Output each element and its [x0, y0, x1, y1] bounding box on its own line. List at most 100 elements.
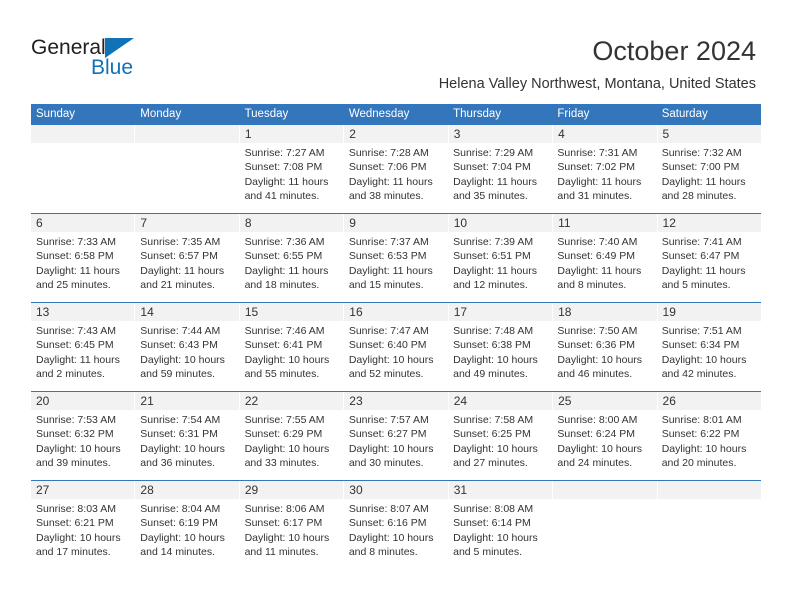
day-cell[interactable]: Sunrise: 7:47 AM Sunset: 6:40 PM Daylight:… — [344, 321, 448, 391]
day-number[interactable]: 11 — [552, 214, 656, 232]
day-number[interactable]: 3 — [447, 125, 552, 143]
day-number[interactable]: 21 — [134, 392, 238, 410]
day-of-week-header-friday: Friday — [557, 108, 590, 120]
daylight-line-1: Daylight: 10 hours — [36, 531, 121, 544]
day-cell[interactable]: Sunrise: 7:27 AM Sunset: 7:08 PM Daylight:… — [240, 143, 344, 213]
daylight-line-2: and 27 minutes. — [453, 457, 528, 470]
day-cell[interactable]: Sunrise: 7:33 AM Sunset: 6:58 PM Daylight:… — [31, 232, 135, 302]
day-number[interactable]: 16 — [343, 303, 447, 321]
week-date-number-band: 6 7 8 9 10 11 12 — [31, 214, 761, 232]
day-cell[interactable]: Sunrise: 7:55 AM Sunset: 6:29 PM Daylight:… — [240, 410, 344, 480]
daylight-line-2: and 33 minutes. — [244, 457, 320, 470]
sunrise-line: Sunrise: 7:43 AM — [36, 325, 116, 337]
day-cell[interactable]: Sunrise: 7:35 AM Sunset: 6:57 PM Daylight:… — [135, 232, 239, 302]
day-number[interactable]: 4 — [552, 125, 656, 143]
calendar-weeks: 1 2 3 4 5 Sunrise: 7:27 AM Sunset: 7:08 PM Dayl… — [31, 125, 761, 569]
day-number[interactable]: 25 — [552, 392, 656, 410]
sunset-line: Sunset: 6:17 PM — [244, 517, 323, 530]
day-number[interactable]: 1 — [238, 125, 343, 143]
day-cell[interactable]: Sunrise: 8:06 AM Sunset: 6:17 PM Daylight:… — [240, 499, 344, 569]
day-cell[interactable]: Sunrise: 8:04 AM Sunset: 6:19 PM Daylight:… — [135, 499, 239, 569]
sunrise-line: Sunrise: 7:36 AM — [244, 236, 325, 248]
sunset-line: Sunset: 7:08 PM — [244, 161, 323, 174]
day-cell[interactable]: Sunrise: 7:54 AM Sunset: 6:31 PM Daylight:… — [135, 410, 239, 480]
week-detail-band: Sunrise: 8:03 AM Sunset: 6:21 PM Daylight:… — [31, 499, 761, 569]
day-number[interactable]: 17 — [447, 303, 552, 321]
day-number[interactable]: 22 — [238, 392, 343, 410]
day-cell[interactable]: Sunrise: 7:48 AM Sunset: 6:38 PM Daylight:… — [448, 321, 552, 391]
week-detail-band: Sunrise: 7:27 AM Sunset: 7:08 PM Daylight:… — [31, 143, 761, 213]
day-cell[interactable]: Sunrise: 8:07 AM Sunset: 6:16 PM Daylight:… — [344, 499, 448, 569]
day-number[interactable]: 15 — [238, 303, 343, 321]
day-number[interactable]: 9 — [343, 214, 447, 232]
day-cell[interactable]: Sunrise: 7:32 AM Sunset: 7:00 PM Daylight:… — [657, 143, 761, 213]
sunrise-line: Sunrise: 7:29 AM — [453, 147, 534, 159]
day-cell[interactable]: Sunrise: 7:40 AM Sunset: 6:49 PM Daylight:… — [552, 232, 656, 302]
sunrise-line: Sunrise: 7:46 AM — [244, 325, 325, 337]
sunrise-line: Sunrise: 7:55 AM — [244, 414, 325, 426]
daylight-line-2: and 59 minutes. — [140, 368, 215, 381]
day-number[interactable]: 31 — [447, 481, 552, 499]
page-header: General Blue October 2024 Helena Valley … — [0, 0, 792, 100]
day-cell[interactable]: Sunrise: 7:37 AM Sunset: 6:53 PM Daylight:… — [344, 232, 448, 302]
daylight-line-2: and 42 minutes. — [661, 368, 737, 381]
day-number[interactable]: 8 — [238, 214, 343, 232]
day-cell[interactable]: Sunrise: 8:01 AM Sunset: 6:22 PM Daylight:… — [657, 410, 761, 480]
day-number[interactable]: 24 — [447, 392, 552, 410]
day-cell[interactable]: Sunrise: 8:03 AM Sunset: 6:21 PM Daylight:… — [31, 499, 135, 569]
sunset-line: Sunset: 6:55 PM — [244, 250, 323, 263]
day-cell[interactable]: Sunrise: 7:41 AM Sunset: 6:47 PM Daylight:… — [657, 232, 761, 302]
daylight-line-1: Daylight: 10 hours — [661, 442, 747, 455]
sunrise-line: Sunrise: 7:50 AM — [557, 325, 638, 337]
day-cell[interactable]: Sunrise: 7:53 AM Sunset: 6:32 PM Daylight:… — [31, 410, 135, 480]
day-cell[interactable]: Sunrise: 7:46 AM Sunset: 6:41 PM Daylight:… — [240, 321, 344, 391]
daylight-line-1: Daylight: 11 hours — [36, 353, 120, 366]
day-number[interactable]: 23 — [343, 392, 447, 410]
day-number[interactable]: 27 — [31, 481, 134, 499]
daylight-line-2: and 24 minutes. — [557, 457, 633, 470]
day-number[interactable]: 13 — [31, 303, 134, 321]
day-cell[interactable]: Sunrise: 7:50 AM Sunset: 6:36 PM Daylight:… — [552, 321, 656, 391]
day-cell[interactable]: Sunrise: 8:00 AM Sunset: 6:24 PM Daylight:… — [552, 410, 656, 480]
sunset-line: Sunset: 6:36 PM — [557, 339, 636, 352]
day-number[interactable]: 6 — [31, 214, 134, 232]
day-of-week-header-tuesday: Tuesday — [244, 108, 289, 120]
day-number[interactable]: 14 — [134, 303, 238, 321]
blue-triangle-flag-icon — [105, 38, 134, 58]
week-date-number-band: 13 14 15 16 17 18 19 — [31, 303, 761, 321]
daylight-line-2: and 55 minutes. — [244, 368, 320, 381]
day-cell[interactable]: Sunrise: 7:36 AM Sunset: 6:55 PM Daylight:… — [240, 232, 344, 302]
day-cell[interactable]: Sunrise: 7:31 AM Sunset: 7:02 PM Daylight:… — [552, 143, 656, 213]
day-number[interactable]: 30 — [343, 481, 447, 499]
day-of-week-header-wednesday: Wednesday — [348, 108, 410, 120]
daylight-line-2: and 8 minutes. — [348, 546, 418, 559]
day-number[interactable]: 5 — [656, 125, 761, 143]
day-cell[interactable]: Sunrise: 7:43 AM Sunset: 6:45 PM Daylight:… — [31, 321, 135, 391]
generalblue-logo[interactable]: General Blue — [31, 36, 231, 84]
day-cell[interactable]: Sunrise: 7:44 AM Sunset: 6:43 PM Daylight:… — [135, 321, 239, 391]
empty-day-cell — [135, 143, 239, 213]
day-number[interactable]: 2 — [343, 125, 447, 143]
day-cell[interactable]: Sunrise: 7:58 AM Sunset: 6:25 PM Daylight:… — [448, 410, 552, 480]
day-number[interactable]: 28 — [134, 481, 238, 499]
day-number[interactable]: 10 — [447, 214, 552, 232]
week-detail-band: Sunrise: 7:43 AM Sunset: 6:45 PM Daylight:… — [31, 321, 761, 391]
day-number[interactable]: 29 — [238, 481, 343, 499]
sunrise-line: Sunrise: 7:51 AM — [661, 325, 742, 337]
daylight-line-2: and 52 minutes. — [348, 368, 424, 381]
day-cell[interactable]: Sunrise: 7:28 AM Sunset: 7:06 PM Daylight:… — [344, 143, 448, 213]
sunset-line: Sunset: 6:57 PM — [140, 250, 218, 263]
day-number[interactable]: 26 — [656, 392, 761, 410]
day-number[interactable]: 12 — [656, 214, 761, 232]
day-number[interactable]: 18 — [552, 303, 656, 321]
daylight-line-2: and 5 minutes. — [661, 279, 731, 292]
day-number[interactable]: 19 — [656, 303, 761, 321]
day-number[interactable]: 7 — [134, 214, 238, 232]
day-cell[interactable]: Sunrise: 7:57 AM Sunset: 6:27 PM Daylight:… — [344, 410, 448, 480]
day-cell[interactable]: Sunrise: 7:29 AM Sunset: 7:04 PM Daylight:… — [448, 143, 552, 213]
day-number[interactable]: 20 — [31, 392, 134, 410]
sunset-line: Sunset: 6:24 PM — [557, 428, 636, 441]
day-cell[interactable]: Sunrise: 8:08 AM Sunset: 6:14 PM Daylight:… — [448, 499, 552, 569]
day-cell[interactable]: Sunrise: 7:51 AM Sunset: 6:34 PM Daylight:… — [657, 321, 761, 391]
day-cell[interactable]: Sunrise: 7:39 AM Sunset: 6:51 PM Daylight:… — [448, 232, 552, 302]
